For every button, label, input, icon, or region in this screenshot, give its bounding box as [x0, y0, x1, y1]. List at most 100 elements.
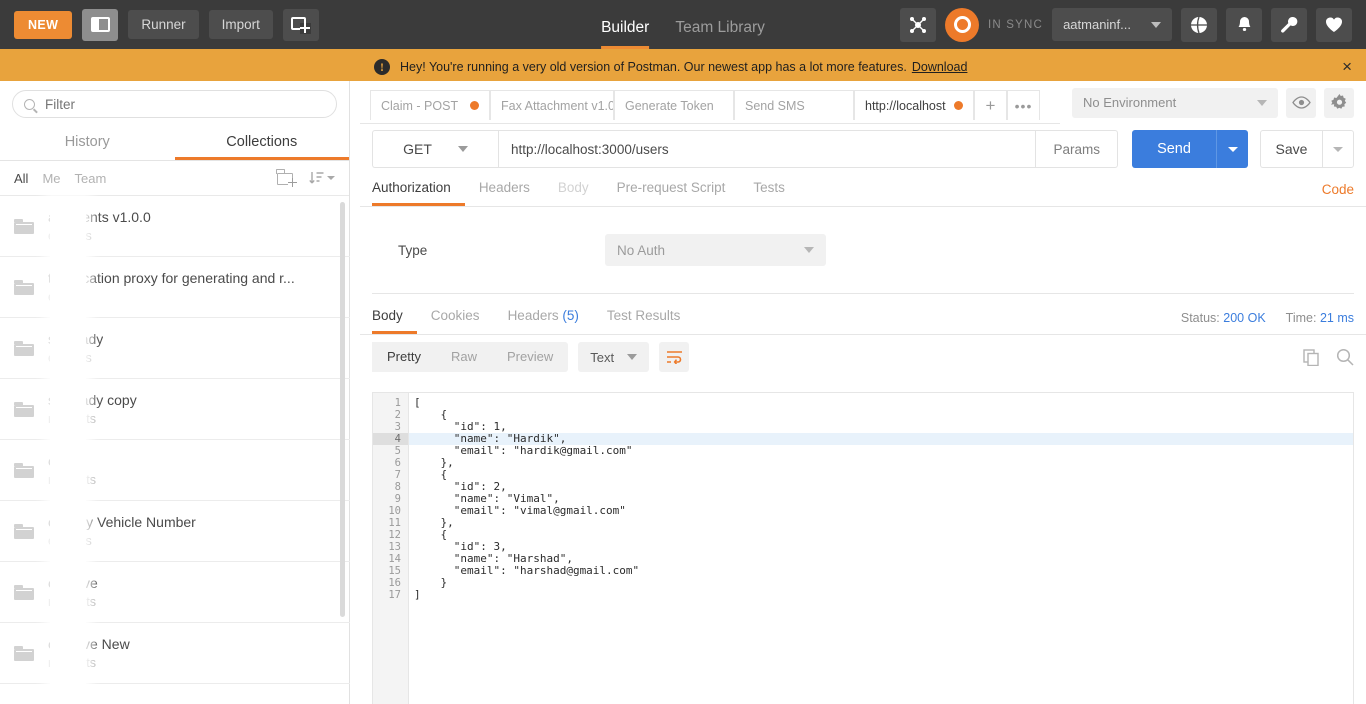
environment-bar: No Environment [1060, 81, 1366, 124]
tab-response-body[interactable]: Body [372, 308, 417, 334]
banner-message: Hey! You're running a very old version o… [400, 59, 907, 74]
code-line: }, [414, 456, 454, 469]
url-input[interactable] [511, 141, 1024, 157]
view-mode-group: Pretty Raw Preview [372, 342, 569, 372]
auth-type-select[interactable]: No Auth [605, 234, 826, 266]
sidebar-tab-collections[interactable]: Collections [174, 127, 349, 160]
wrench-icon[interactable] [1271, 7, 1307, 42]
gear-icon[interactable] [1324, 87, 1354, 118]
response-meta: Status: 200 OK Time: 21 ms [1181, 311, 1354, 334]
request-tab[interactable]: Claim - POST [370, 90, 490, 120]
format-label: Text [590, 349, 615, 365]
folder-icon [14, 645, 34, 661]
word-wrap-icon[interactable] [659, 342, 690, 372]
tab-headers[interactable]: Headers [465, 180, 544, 207]
satellite-icon[interactable] [900, 7, 937, 42]
sync-indicator[interactable]: IN SYNC [945, 7, 1044, 42]
sort-icon[interactable] [309, 171, 335, 185]
search-icon[interactable] [1336, 348, 1354, 366]
save-button[interactable]: Save [1260, 130, 1322, 168]
heart-icon[interactable] [1316, 7, 1352, 42]
authorization-pane: Type No Auth [360, 207, 1366, 293]
tab-cookies[interactable]: Cookies [417, 308, 494, 335]
request-tab[interactable]: Send SMS [734, 90, 854, 120]
eye-icon[interactable] [1286, 87, 1316, 118]
filter-box[interactable] [12, 90, 337, 118]
banner-download-link[interactable]: Download [912, 60, 968, 74]
runner-button[interactable]: Runner [128, 10, 199, 39]
scope-team[interactable]: Team [75, 171, 107, 186]
request-tab-label: Fax Attachment v1.0.0 [501, 98, 614, 113]
response-body-editor[interactable]: 1 2 3 4 5 6 7 8 9 10 11 12 13 14 15 16 1… [372, 392, 1354, 704]
tab-tests[interactable]: Tests [739, 180, 799, 207]
sidebar-filter-row [0, 81, 349, 127]
sync-status-label: IN SYNC [988, 18, 1044, 31]
request-tab-label: Generate Token [625, 98, 714, 113]
tab-builder[interactable]: Builder [601, 19, 650, 49]
view-mode-raw[interactable]: Raw [436, 342, 492, 372]
headers-count: (5) [562, 307, 579, 323]
app-header: NEW Runner Import Builder Team Library I… [0, 0, 1366, 52]
send-button[interactable]: Send [1132, 130, 1216, 168]
user-menu[interactable]: aatmaninf... [1052, 8, 1172, 41]
url-input-wrap[interactable] [498, 130, 1037, 168]
scope-all[interactable]: All [14, 171, 28, 186]
tab-body[interactable]: Body [544, 180, 603, 207]
tab-authorization[interactable]: Authorization [372, 180, 465, 206]
line-number: 7 [394, 469, 401, 481]
request-tab[interactable]: Fax Attachment v1.0.0 [490, 90, 614, 120]
unsaved-dot-icon [954, 101, 963, 110]
view-mode-pretty[interactable]: Pretty [372, 342, 436, 372]
status-badge: Status: 200 OK [1181, 311, 1266, 325]
request-tab[interactable]: Generate Token [614, 90, 734, 120]
request-tab-strip: Claim - POST Fax Attachment v1.0.0 Gener… [360, 81, 1366, 124]
new-folder-icon[interactable] [276, 169, 297, 187]
sidebar-scrollbar[interactable] [340, 202, 345, 617]
code-line: { [414, 408, 448, 421]
code-link[interactable]: Code [1322, 182, 1354, 206]
folder-icon [14, 279, 34, 295]
scope-me[interactable]: Me [42, 171, 60, 186]
time-badge: Time: 21 ms [1286, 311, 1354, 325]
folder-icon [14, 584, 34, 600]
add-tab-button[interactable]: + [974, 90, 1007, 120]
sidebar-tab-history[interactable]: History [0, 127, 175, 160]
save-options-button[interactable] [1322, 130, 1354, 168]
banner-close-icon[interactable]: × [1342, 57, 1352, 77]
folder-icon [14, 340, 34, 356]
code-line: "email": "vimal@gmail.com" [414, 504, 626, 517]
view-mode-preview[interactable]: Preview [492, 342, 568, 372]
line-number: 1 [394, 397, 401, 409]
line-number: 12 [388, 529, 401, 541]
format-select[interactable]: Text [578, 342, 650, 372]
search-input[interactable] [45, 96, 325, 112]
request-tab-active[interactable]: http://localhost [854, 90, 974, 120]
line-number-active: 4 [373, 433, 408, 445]
bell-icon[interactable] [1226, 7, 1262, 42]
params-button[interactable]: Params [1036, 130, 1118, 168]
copy-icon[interactable] [1303, 348, 1320, 366]
tab-options-button[interactable]: ••• [1007, 90, 1040, 120]
environment-select[interactable]: No Environment [1072, 87, 1278, 118]
globe-icon[interactable] [1181, 7, 1217, 42]
panel-layout-icon[interactable] [82, 8, 119, 41]
sidebar-scope-actions [276, 169, 335, 187]
chevron-down-icon [1227, 146, 1238, 152]
tab-test-results[interactable]: Test Results [593, 308, 695, 335]
http-method-select[interactable]: GET [372, 130, 498, 168]
tab-team-library[interactable]: Team Library [675, 19, 765, 50]
new-window-icon[interactable] [282, 8, 319, 41]
line-number: 14 [388, 553, 401, 565]
tab-response-headers[interactable]: Headers (5) [494, 307, 593, 335]
unsaved-dot-icon [470, 101, 479, 110]
code-line: [ [414, 396, 421, 409]
send-options-button[interactable] [1216, 130, 1248, 168]
new-button[interactable]: NEW [14, 10, 73, 39]
chevron-down-icon [1151, 21, 1161, 28]
sidebar-scope-row: All Me Team [0, 161, 349, 196]
line-number: 3 [394, 421, 401, 433]
response-body-text[interactable]: [ { "id": 1, "name": "Hardik", "email": … [409, 393, 1353, 704]
import-button[interactable]: Import [208, 10, 273, 39]
tab-pre-request-script[interactable]: Pre-request Script [603, 180, 740, 207]
line-number: 8 [394, 481, 401, 493]
